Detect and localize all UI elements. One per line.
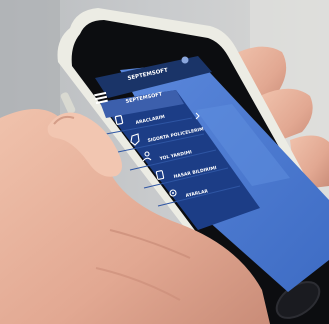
hamburger-menu-icon[interactable] (94, 91, 108, 105)
menu-item-label: YOL YARDIMI (158, 149, 193, 162)
profile-icon[interactable] (181, 56, 189, 64)
menu-active-label[interactable]: SEPTEMSOFT (125, 91, 163, 105)
menu-item-label: ARACLARIM (135, 114, 166, 126)
photo-stage: SEPTEMSOFT SEPTEMSOFT ARACLARIM SIGORTA … (0, 0, 329, 324)
menu-item-araclarim[interactable]: ARACLARIM (114, 114, 166, 126)
document-icon (114, 115, 124, 125)
app-screen: SEPTEMSOFT SEPTEMSOFT ARACLARIM SIGORTA … (94, 56, 217, 199)
menu-item-sigorta-policelerim[interactable]: SIGORTA POLICELERIM (130, 126, 205, 146)
shield-icon (130, 133, 140, 146)
menu-item-hasar-bildirimi[interactable]: HASAR BILDIRIMI (155, 165, 217, 180)
menu-item-ayarlar[interactable]: AYARLAR (169, 188, 209, 199)
menu-item-label: AYARLAR (185, 188, 209, 199)
user-icon (144, 151, 150, 157)
clipboard-icon (155, 170, 165, 180)
gear-icon-center (172, 192, 174, 194)
menu-item-yol-yardimi[interactable]: YOL YARDIMI (142, 149, 193, 162)
chevron-right-icon[interactable] (195, 112, 200, 120)
menu-item-label: HASAR BILDIRIMI (173, 165, 217, 180)
app-title: SEPTEMSOFT (127, 68, 168, 82)
menu-item-label: SIGORTA POLICELERIM (147, 126, 205, 144)
user-icon-body (142, 157, 152, 162)
